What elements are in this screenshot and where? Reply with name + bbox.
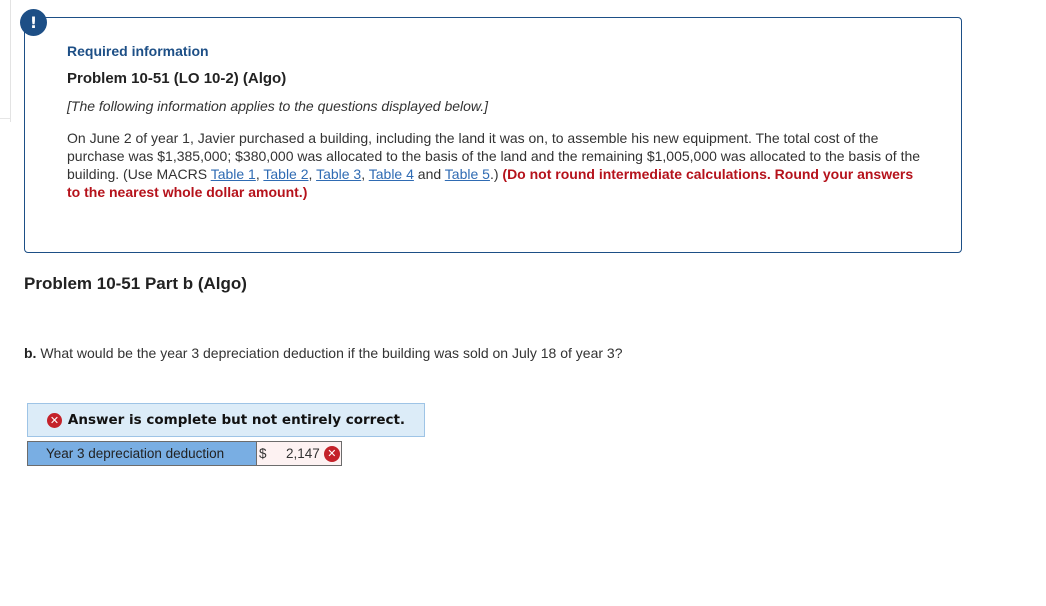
left-panel-edge	[0, 0, 11, 122]
separator: and	[413, 166, 445, 182]
required-information-label: Required information	[67, 43, 209, 59]
table-4-link[interactable]: Table 4	[369, 166, 414, 182]
question-text: What would be the year 3 depreciation de…	[36, 345, 623, 361]
question-label: b.	[24, 345, 37, 361]
answer-value: 2,147	[286, 446, 320, 461]
incorrect-x-icon: ✕	[323, 445, 340, 462]
separator: ,	[308, 166, 317, 182]
currency-symbol: $	[259, 446, 267, 461]
answer-value-field[interactable]: $ 2,147 ✕	[257, 441, 342, 466]
table-1-link[interactable]: Table 1	[211, 166, 256, 182]
separator: .)	[489, 166, 503, 182]
table-5-link[interactable]: Table 5	[445, 166, 490, 182]
x-circle-icon: ✕	[46, 412, 62, 428]
info-note: [The following information applies to th…	[67, 98, 489, 114]
separator: ,	[361, 166, 369, 182]
problem-paragraph: On June 2 of year 1, Javier purchased a …	[67, 129, 927, 201]
answer-status-banner: ✕ Answer is complete but not entirely co…	[27, 403, 425, 437]
table-3-link[interactable]: Table 3	[316, 166, 361, 182]
problem-title: Problem 10-51 (LO 10-2) (Algo)	[67, 70, 287, 87]
answer-status-text: Answer is complete but not entirely corr…	[67, 412, 406, 428]
left-panel-divider	[0, 118, 10, 119]
exclamation-icon: !	[20, 9, 47, 36]
part-title: Problem 10-51 Part b (Algo)	[24, 274, 247, 293]
answer-row: Year 3 depreciation deduction $ 2,147 ✕	[27, 441, 342, 466]
question: b. What would be the year 3 depreciation…	[24, 345, 622, 361]
table-2-link[interactable]: Table 2	[263, 166, 308, 182]
answer-row-label: Year 3 depreciation deduction	[27, 441, 257, 466]
required-information-content: Required information Problem 10-51 (LO 1…	[67, 40, 927, 201]
